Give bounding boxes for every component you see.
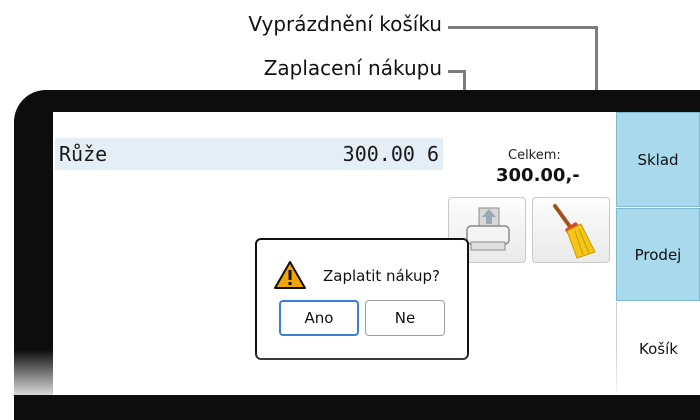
item-price-qty: 300.00 6: [342, 142, 439, 166]
tab-prodej[interactable]: Prodej: [616, 208, 700, 301]
warning-icon: [273, 260, 307, 294]
callout-clear-cart: Vyprázdnění košíku: [248, 12, 442, 36]
callout-line: [448, 26, 597, 29]
app-screen: Růže 300.00 6 Celkem: 300.00,- Sklad Pro…: [53, 112, 700, 395]
cart-item-row[interactable]: Růže 300.00 6: [55, 138, 443, 170]
confirm-yes-button[interactable]: Ano: [279, 300, 359, 336]
tab-bar: Sklad Prodej Košík: [616, 112, 700, 395]
tab-kosik[interactable]: Košík: [616, 302, 700, 395]
total-label: Celkem:: [508, 148, 561, 163]
confirm-no-button[interactable]: Ne: [365, 300, 445, 336]
confirm-dialog: Zaplatit nákup? Ano Ne: [255, 238, 469, 360]
broom-icon: [553, 204, 596, 259]
clear-cart-button[interactable]: [532, 197, 610, 263]
total-value: 300.00,-: [496, 165, 580, 186]
dialog-message: Zaplatit nákup?: [323, 267, 440, 285]
tab-sklad[interactable]: Sklad: [616, 112, 700, 207]
callout-pay: Zaplacení nákupu: [263, 56, 442, 80]
item-name: Růže: [59, 142, 108, 166]
